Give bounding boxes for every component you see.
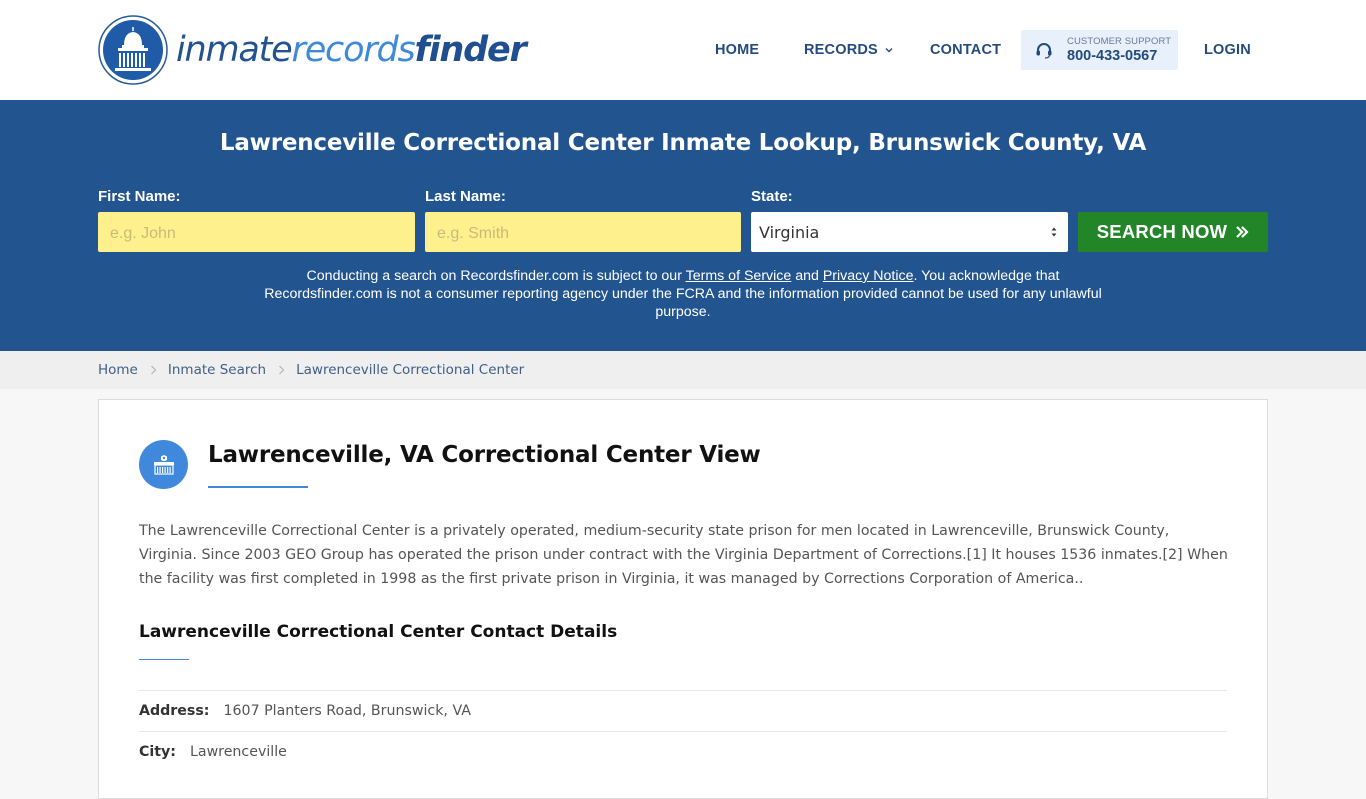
first-name-label: First Name: bbox=[98, 188, 181, 205]
detail-value: 1607 Planters Road, Brunswick, VA bbox=[223, 703, 471, 719]
double-chevron-right-icon bbox=[1236, 226, 1249, 238]
site-header: inmaterecordsfinder HOME RECORDS CONTACT… bbox=[0, 0, 1366, 100]
nav-home[interactable]: HOME bbox=[715, 42, 759, 58]
detail-key: Address: bbox=[139, 703, 210, 719]
facility-description: The Lawrenceville Correctional Center is… bbox=[139, 523, 1228, 587]
last-name-label: Last Name: bbox=[425, 188, 506, 205]
contact-details-heading: Lawrenceville Correctional Center Contac… bbox=[139, 622, 618, 642]
nav-contact[interactable]: CONTACT bbox=[930, 42, 1001, 58]
page-title: Lawrenceville Correctional Center Inmate… bbox=[219, 130, 1147, 156]
nav-records-label: RECORDS bbox=[804, 42, 878, 58]
first-name-input[interactable] bbox=[98, 212, 415, 252]
customer-support-box[interactable]: CUSTOMER SUPPORT 800-433-0567 bbox=[1021, 30, 1178, 70]
search-now-button[interactable]: SEARCH NOW bbox=[1078, 212, 1268, 252]
support-label: CUSTOMER SUPPORT bbox=[1067, 35, 1172, 47]
detail-row-address: Address: 1607 Planters Road, Brunswick, … bbox=[139, 690, 1227, 731]
select-arrows-icon bbox=[1051, 227, 1057, 237]
detail-value: Lawrenceville bbox=[189, 744, 287, 760]
terms-of-service-link[interactable]: Terms of Service bbox=[686, 268, 792, 284]
logo-wordmark: inmaterecordsfinder bbox=[176, 29, 527, 70]
chevron-right-icon bbox=[150, 365, 157, 375]
facility-title: Lawrenceville, VA Correctional Center Vi… bbox=[208, 442, 761, 468]
state-select[interactable]: Virginia bbox=[751, 212, 1068, 252]
last-name-input[interactable] bbox=[425, 212, 741, 252]
breadcrumb-inmate-search[interactable]: Inmate Search bbox=[168, 362, 266, 378]
state-label: State: bbox=[751, 188, 793, 205]
nav-records-dropdown[interactable]: RECORDS bbox=[804, 42, 893, 58]
site-logo[interactable]: inmaterecordsfinder bbox=[98, 15, 527, 85]
search-hero: Lawrenceville Correctional Center Inmate… bbox=[0, 100, 1366, 351]
privacy-notice-link[interactable]: Privacy Notice bbox=[823, 268, 914, 284]
heading-underline bbox=[139, 659, 189, 660]
nav-login[interactable]: LOGIN bbox=[1204, 42, 1251, 58]
disclaimer-text: and bbox=[791, 268, 823, 284]
breadcrumb-current[interactable]: Lawrenceville Correctional Center bbox=[296, 362, 524, 378]
headset-icon bbox=[1036, 43, 1052, 59]
search-now-label: SEARCH NOW bbox=[1096, 221, 1228, 242]
disclaimer-text: Conducting a search on Recordsfinder.com… bbox=[306, 268, 686, 284]
logo-text-inmate: inmate bbox=[176, 29, 293, 70]
state-selected-value: Virginia bbox=[759, 222, 820, 242]
breadcrumb-home[interactable]: Home bbox=[98, 362, 138, 378]
capitol-dome-icon bbox=[98, 15, 168, 85]
detail-key: City: bbox=[139, 744, 176, 760]
breadcrumb: Home Inmate Search Lawrenceville Correct… bbox=[0, 351, 1366, 389]
prison-building-icon bbox=[153, 454, 174, 475]
title-underline bbox=[208, 486, 308, 488]
support-phone[interactable]: 800-433-0567 bbox=[1067, 49, 1171, 64]
detail-row-city: City: Lawrenceville bbox=[139, 731, 1227, 772]
facility-card: Lawrenceville, VA Correctional Center Vi… bbox=[98, 399, 1268, 799]
facility-badge bbox=[139, 440, 188, 489]
logo-text-finder: finder bbox=[414, 29, 527, 70]
chevron-down-icon bbox=[885, 48, 893, 53]
logo-text-records: records bbox=[291, 29, 416, 70]
search-disclaimer: Conducting a search on Recordsfinder.com… bbox=[258, 267, 1108, 321]
chevron-right-icon bbox=[279, 365, 285, 375]
